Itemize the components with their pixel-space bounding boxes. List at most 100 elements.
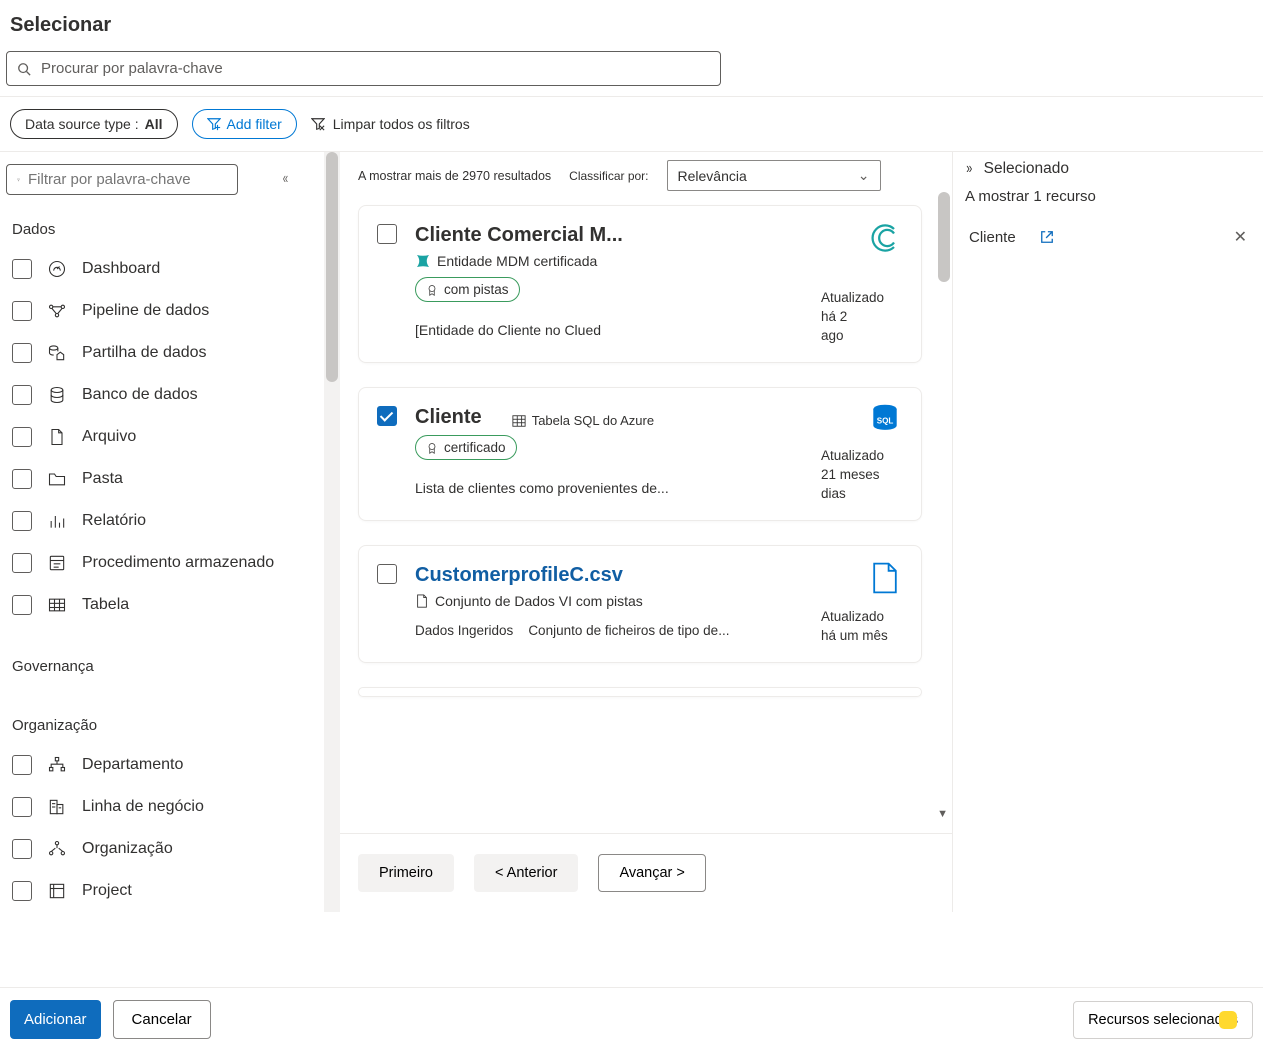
azure-sql-icon: SQL: [867, 402, 903, 438]
pager-first-button[interactable]: Primeiro: [358, 854, 454, 892]
table-icon: [46, 594, 68, 616]
result-card[interactable]: Cliente Comercial M... Entidade MDM cert…: [358, 205, 922, 363]
card-checkbox[interactable]: [377, 224, 397, 244]
results-meta: A mostrar mais de 2970 resultados Classi…: [340, 152, 952, 195]
card-title: Cliente Comercial M...: [415, 224, 903, 247]
filter-label: Organização: [82, 840, 173, 858]
selected-item: Cliente ✕: [965, 219, 1251, 255]
remove-selected-icon[interactable]: ✕: [1234, 227, 1247, 247]
pager-next-button[interactable]: Avançar >: [598, 854, 705, 892]
filter-label: Pipeline de dados: [82, 302, 209, 320]
checkbox[interactable]: [12, 595, 32, 615]
filter-storedproc[interactable]: Procedimento armazenado: [6, 546, 334, 588]
card-subtype: Tabela SQL do Azure: [512, 413, 654, 428]
checkbox[interactable]: [12, 839, 32, 859]
filter-lob[interactable]: Linha de negócio: [6, 790, 334, 832]
ribbon-icon: [426, 442, 438, 454]
checkbox[interactable]: [12, 469, 32, 489]
checkbox[interactable]: [12, 343, 32, 363]
checkbox[interactable]: [12, 259, 32, 279]
section-governanca: Governança: [6, 650, 334, 689]
filter-value: All: [145, 116, 163, 132]
filter-department[interactable]: Departamento: [6, 748, 334, 790]
header: Selecionar: [0, 0, 1263, 43]
checkbox[interactable]: [12, 385, 32, 405]
filter-dashboard[interactable]: Dashboard: [6, 252, 334, 294]
filter-database[interactable]: Banco de dados: [6, 378, 334, 420]
filter-clear-icon: [311, 117, 325, 131]
sidebar-filter-input[interactable]: [28, 171, 227, 188]
page-title: Selecionar: [10, 14, 1253, 37]
cancel-button[interactable]: Cancelar: [113, 1000, 211, 1039]
checkbox[interactable]: [12, 881, 32, 901]
database-icon: [46, 384, 68, 406]
filter-label: Tabela: [82, 596, 129, 614]
filter-label: Project: [82, 882, 132, 900]
card-checkbox-checked[interactable]: [377, 406, 397, 426]
file-big-icon: [867, 560, 903, 596]
checkbox[interactable]: [12, 797, 32, 817]
results-scrollbar[interactable]: [938, 192, 950, 282]
filter-icon: [17, 173, 20, 187]
card-subtype: Conjunto de Dados VI com pistas: [415, 593, 903, 609]
card-title-link[interactable]: CustomerprofileC.csv: [415, 564, 903, 587]
add-filter-button[interactable]: Add filter: [192, 109, 297, 139]
filter-label: Banco de dados: [82, 386, 198, 404]
sidebar-collapse-button[interactable]: «: [283, 170, 288, 188]
filter-project[interactable]: Project: [6, 874, 334, 912]
add-filter-label: Add filter: [227, 116, 282, 132]
checkbox[interactable]: [12, 755, 32, 775]
clear-filters-label: Limpar todos os filtros: [333, 116, 470, 132]
card-title: Cliente: [415, 406, 482, 429]
card-updated: Atualizado há 2ago: [821, 289, 901, 346]
badge-certified: certificado: [415, 435, 517, 460]
sidebar-scrollbar[interactable]: [324, 152, 340, 912]
storedproc-icon: [46, 552, 68, 574]
mdm-icon: [415, 253, 431, 269]
pager-prev-button[interactable]: < Anterior: [474, 854, 578, 892]
results-panel: A mostrar mais de 2970 resultados Classi…: [340, 152, 953, 912]
selected-header[interactable]: » Selecionado: [965, 160, 1251, 178]
filter-plus-icon: [207, 117, 221, 131]
selected-item-name[interactable]: Cliente: [969, 229, 1016, 246]
cluedin-icon: [867, 220, 903, 256]
sort-label: Classificar por:: [569, 169, 648, 183]
sidebar-filter-box[interactable]: [6, 164, 238, 195]
filter-organization[interactable]: Organização: [6, 832, 334, 874]
attention-indicator: [1219, 1011, 1237, 1029]
scroll-down-icon[interactable]: ▼: [937, 808, 948, 820]
checkbox[interactable]: [12, 427, 32, 447]
file-icon: [46, 426, 68, 448]
filter-file[interactable]: Arquivo: [6, 420, 334, 462]
filter-folder[interactable]: Pasta: [6, 462, 334, 504]
datashare-icon: [46, 342, 68, 364]
filter-datashare[interactable]: Partilha de dados: [6, 336, 334, 378]
filter-data-source-type[interactable]: Data source type : All: [10, 109, 178, 139]
clear-all-filters[interactable]: Limpar todos os filtros: [311, 116, 470, 132]
checkbox[interactable]: [12, 301, 32, 321]
filter-label: Departamento: [82, 756, 183, 774]
card-subtype: Entidade MDM certificada: [415, 253, 903, 269]
filter-label: Partilha de dados: [82, 344, 207, 362]
section-dados: Dados: [6, 213, 334, 252]
selected-subtitle: A mostrar 1 recurso: [965, 188, 1251, 205]
search-input[interactable]: [41, 60, 710, 77]
department-icon: [46, 754, 68, 776]
filter-table[interactable]: Tabela: [6, 588, 334, 630]
checkbox[interactable]: [12, 511, 32, 531]
filter-label: Arquivo: [82, 428, 136, 446]
add-button[interactable]: Adicionar: [10, 1000, 101, 1039]
org-icon: [46, 838, 68, 860]
result-card[interactable]: Cliente Tabela SQL do Azure certificado …: [358, 387, 922, 521]
card-checkbox[interactable]: [377, 564, 397, 584]
filter-pipeline[interactable]: Pipeline de dados: [6, 294, 334, 336]
filter-report[interactable]: Relatório: [6, 504, 334, 546]
filter-label: Data source type :: [25, 116, 139, 132]
open-external-icon[interactable]: [1040, 230, 1054, 244]
result-card[interactable]: CustomerprofileC.csv Conjunto de Dados V…: [358, 545, 922, 663]
building-icon: [46, 796, 68, 818]
checkbox[interactable]: [12, 553, 32, 573]
search-icon: [17, 62, 31, 76]
sort-dropdown[interactable]: Relevância ⌄: [667, 160, 881, 191]
search-box[interactable]: [6, 51, 721, 86]
